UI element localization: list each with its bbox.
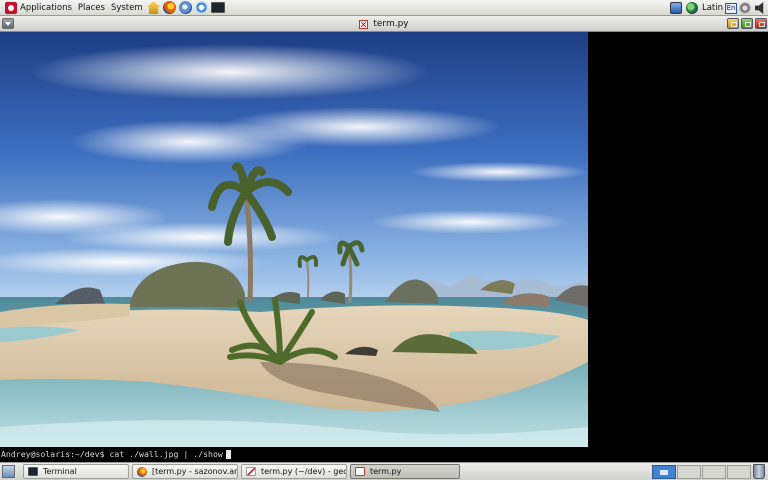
shell-prompt[interactable]: Andrey@solaris:~/dev$ cat ./wall.jpg | .…: [1, 449, 231, 460]
window-title: term.py: [373, 19, 409, 29]
task-label: term.py: [370, 467, 402, 476]
task-terminal[interactable]: Terminal: [23, 464, 129, 479]
applications-menu[interactable]: Applications: [0, 0, 75, 16]
firefox-icon[interactable]: [163, 1, 177, 14]
term-py-icon: [355, 467, 365, 476]
home-folder-icon[interactable]: [147, 1, 161, 14]
trash-icon[interactable]: [753, 464, 765, 479]
text-cursor: [225, 450, 231, 459]
firefox-icon: [137, 466, 147, 477]
task-gedit[interactable]: term.py (~/dev) - gedit: [241, 464, 347, 479]
bottom-panel: Terminal [term.py - sazonov.an... term.p…: [0, 462, 768, 480]
task-firefox[interactable]: [term.py - sazonov.an...: [132, 464, 238, 479]
keyboard-layout-label[interactable]: Latin: [700, 3, 725, 13]
task-label: [term.py - sazonov.an...: [152, 467, 238, 476]
distribution-logo-icon: [5, 1, 17, 14]
refresh-icon[interactable]: [195, 1, 209, 14]
wallpaper-image: [0, 32, 588, 447]
window-app-icon: [359, 19, 369, 29]
places-menu-label: Places: [77, 2, 105, 13]
workspace-2[interactable]: [677, 465, 701, 479]
terminal-icon: [28, 467, 38, 476]
gedit-icon: [246, 467, 256, 476]
terminal-area[interactable]: Andrey@solaris:~/dev$ cat ./wall.jpg | .…: [0, 32, 768, 462]
close-button[interactable]: [755, 18, 767, 29]
volume-icon[interactable]: [755, 2, 764, 14]
system-menu-label: System: [110, 2, 143, 13]
terminal-icon[interactable]: [211, 2, 226, 13]
window-title-wrap: term.py: [0, 16, 768, 32]
task-label: Terminal: [43, 467, 77, 476]
workspace-4[interactable]: [727, 465, 751, 479]
monitor-icon[interactable]: [669, 2, 682, 14]
thunderbird-icon[interactable]: [179, 1, 193, 14]
window-menu-button[interactable]: [2, 18, 14, 29]
workspace-1[interactable]: [652, 465, 676, 479]
system-menu[interactable]: System: [108, 0, 146, 16]
minimize-button[interactable]: [727, 18, 739, 29]
task-label: term.py (~/dev) - gedit: [261, 467, 347, 476]
network-icon[interactable]: [685, 2, 698, 14]
window-titlebar[interactable]: term.py: [0, 16, 768, 32]
places-menu[interactable]: Places: [75, 0, 108, 16]
system-tray: Latin En: [668, 0, 768, 16]
workspace-3[interactable]: [702, 465, 726, 479]
show-desktop-button[interactable]: [2, 465, 15, 478]
keyboard-indicator[interactable]: En: [725, 2, 737, 14]
maximize-button[interactable]: [741, 18, 753, 29]
applications-menu-label: Applications: [20, 2, 72, 13]
top-panel: Applications Places System Latin En: [0, 0, 768, 16]
gear-icon[interactable]: [739, 2, 751, 14]
task-term-py[interactable]: term.py: [350, 464, 460, 479]
command-line: Andrey@solaris:~/dev$ cat ./wall.jpg | .…: [1, 449, 223, 459]
beach-scene: [0, 32, 588, 447]
